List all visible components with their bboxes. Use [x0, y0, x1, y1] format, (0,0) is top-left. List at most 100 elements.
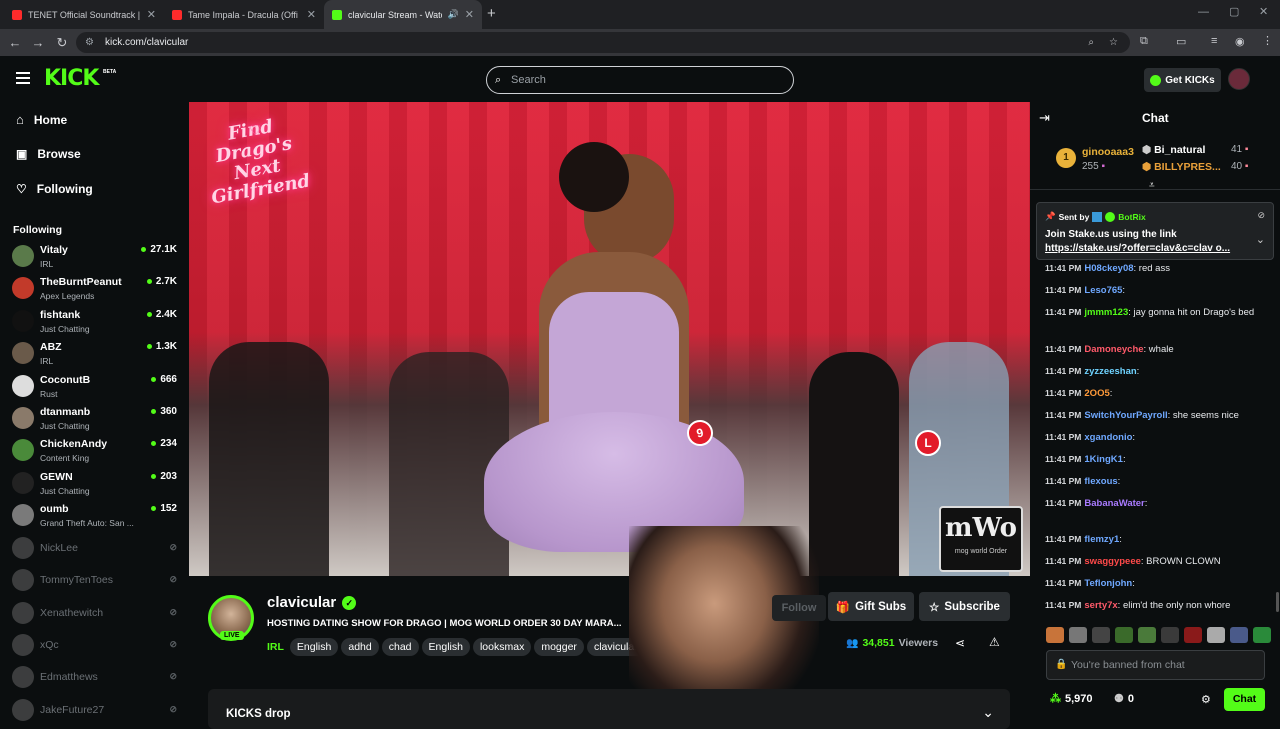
message-username[interactable]: H08ckey08: [1084, 263, 1133, 274]
subscribe-button[interactable]: ☆ Subscribe: [919, 592, 1010, 621]
followed-channel-live[interactable]: TheBurntPeanut Apex Legends 2.7K: [12, 274, 177, 304]
emote-icon[interactable]: [1046, 627, 1064, 643]
followed-channel-offline[interactable]: NickLee ⊘: [12, 534, 177, 564]
followed-channel-live[interactable]: CoconutB Rust 666: [12, 372, 177, 402]
category-link[interactable]: IRL: [267, 641, 284, 653]
emote-icon[interactable]: [1069, 627, 1087, 643]
channel-points[interactable]: ⁂ 5,970: [1050, 692, 1093, 706]
report-icon[interactable]: ⚠: [989, 635, 1000, 649]
message-username[interactable]: 1KingK1: [1084, 454, 1123, 465]
chat-message[interactable]: 11:41 PM serty7x: elim'd the only non who…: [1045, 599, 1275, 612]
new-tab-icon[interactable]: +: [487, 5, 496, 22]
followed-channel-live[interactable]: ChickenAndy Content King 234: [12, 436, 177, 466]
collapse-chat-icon[interactable]: ⇥: [1039, 110, 1050, 126]
chat-message[interactable]: 11:41 PM 1KingK1:: [1045, 453, 1275, 466]
search-input[interactable]: ⌕ Search: [486, 66, 794, 94]
followed-channel-live[interactable]: dtanmanb Just Chatting 360: [12, 404, 177, 434]
browser-tab[interactable]: TENET Official Soundtrack | FU... ✕: [4, 0, 164, 29]
message-username[interactable]: zyzzeeshan: [1084, 366, 1136, 377]
gift-subs-button[interactable]: 🎁 Gift Subs: [828, 592, 914, 621]
share-icon[interactable]: ⋖: [955, 636, 965, 650]
media-controls-icon[interactable]: ≡: [1211, 35, 1217, 47]
chat-message[interactable]: 11:41 PM Teflonjohn:: [1045, 577, 1275, 590]
chat-message[interactable]: 11:41 PM Damoneyche: whale: [1045, 343, 1275, 356]
get-kicks-button[interactable]: Get KICKs: [1144, 68, 1221, 92]
bookmark-star-icon[interactable]: ☆: [1109, 32, 1118, 53]
emote-icon[interactable]: [1138, 627, 1156, 643]
stream-tag[interactable]: chad: [381, 638, 419, 656]
back-icon[interactable]: ←: [3, 29, 27, 56]
kicks-drop-panel[interactable]: KICKS drop ⌄: [208, 689, 1010, 729]
user-avatar[interactable]: [1228, 68, 1250, 90]
chat-settings-gear-icon[interactable]: ⚙: [1201, 693, 1211, 706]
browser-menu-icon[interactable]: ⋮: [1262, 34, 1273, 47]
message-username[interactable]: serty7x: [1084, 600, 1117, 611]
nav-following[interactable]: ♡ Following: [16, 182, 93, 196]
message-username[interactable]: flemzy1: [1084, 534, 1119, 545]
close-tab-icon[interactable]: ✕: [147, 8, 156, 21]
message-username[interactable]: jmmm123: [1084, 307, 1128, 318]
message-username[interactable]: flexous: [1084, 476, 1117, 487]
chat-message[interactable]: 11:41 PM SwitchYourPayroll: she seems nic…: [1045, 409, 1275, 422]
pinned-message[interactable]: 📌 Sent by BotRix ⊘ Join Stake.us using t…: [1036, 202, 1274, 260]
followed-channel-live[interactable]: GEWN Just Chatting 203: [12, 469, 177, 499]
emote-icon[interactable]: [1092, 627, 1110, 643]
followed-channel-offline[interactable]: TommyTenToes ⊘: [12, 566, 177, 596]
emote-icon[interactable]: [1184, 627, 1202, 643]
chevron-down-icon[interactable]: ⌄: [1256, 233, 1265, 246]
kick-logo[interactable]: KICK: [44, 66, 99, 91]
followed-channel-live[interactable]: Vitaly IRL 27.1K: [12, 242, 177, 272]
forward-icon[interactable]: →: [26, 29, 50, 56]
follow-button[interactable]: Follow: [772, 595, 826, 621]
speaker-icon[interactable]: 🔊: [448, 9, 459, 20]
stream-tag[interactable]: English: [289, 638, 339, 656]
chat-message[interactable]: 11:41 PM jmmm123: jay gonna hit on Drago'…: [1045, 306, 1275, 319]
emote-icon[interactable]: [1253, 627, 1271, 643]
chat-message[interactable]: 11:41 PM flemzy1:: [1045, 533, 1275, 546]
chat-message[interactable]: 11:41 PM swaggypeee: BROWN CLOWN: [1045, 555, 1275, 568]
maximize-icon[interactable]: ▢: [1229, 5, 1239, 18]
chat-scrollbar[interactable]: [1276, 592, 1279, 612]
url-field[interactable]: ⚙ kick.com/clavicular ⌕ ☆: [76, 32, 1130, 53]
zoom-icon[interactable]: ⌕: [1088, 32, 1094, 53]
kicks-balance[interactable]: ⚉ 0: [1114, 692, 1134, 706]
stream-tag[interactable]: adhd: [341, 638, 379, 656]
chat-message[interactable]: 11:41 PM flexous:: [1045, 475, 1275, 488]
followed-channel-live[interactable]: ABZ IRL 1.3K: [12, 339, 177, 369]
followed-channel-live[interactable]: fishtank Just Chatting 2.4K: [12, 307, 177, 337]
site-info-icon[interactable]: ⚙: [85, 32, 94, 53]
message-username[interactable]: Damoneyche: [1084, 344, 1143, 355]
chat-message[interactable]: 11:41 PM zyzzeeshan:: [1045, 365, 1275, 378]
followed-channel-offline[interactable]: JakeFuture27 ⊘: [12, 696, 177, 726]
followed-channel-offline[interactable]: Edmatthews ⊘: [12, 663, 177, 693]
chat-message[interactable]: 11:41 PM 2OO5:: [1045, 387, 1275, 400]
message-username[interactable]: SwitchYourPayroll: [1084, 410, 1167, 421]
cast-icon[interactable]: ▭: [1176, 35, 1186, 48]
emote-icon[interactable]: [1161, 627, 1179, 643]
hamburger-menu-icon[interactable]: [16, 72, 30, 84]
browser-tab-active[interactable]: clavicular Stream - Watch L... 🔊 ✕: [324, 0, 482, 29]
message-username[interactable]: xgandonio: [1084, 432, 1132, 443]
followed-channel-offline[interactable]: Xenathewitch ⊘: [12, 599, 177, 629]
message-username[interactable]: BabanaWater: [1084, 498, 1144, 509]
channel-name[interactable]: clavicular: [267, 594, 336, 611]
reload-icon[interactable]: ↻: [50, 29, 74, 56]
chat-message[interactable]: 11:41 PM xgandonio:: [1045, 431, 1275, 444]
stream-tag[interactable]: English: [421, 638, 470, 656]
followed-channel-live[interactable]: oumb Grand Theft Auto: San ... 152: [12, 501, 177, 531]
close-tab-icon[interactable]: ✕: [465, 8, 474, 21]
chat-message[interactable]: 11:41 PM Leso765:: [1045, 284, 1275, 297]
close-window-icon[interactable]: ✕: [1259, 5, 1268, 18]
pinned-link[interactable]: https://stake.us/?offer=clav&c=clav o...: [1045, 243, 1245, 254]
profile-icon[interactable]: ◉: [1235, 35, 1245, 48]
message-username[interactable]: 2OO5: [1084, 388, 1109, 399]
extensions-icon[interactable]: ⧉: [1140, 35, 1148, 48]
emote-icon[interactable]: [1115, 627, 1133, 643]
message-username[interactable]: Leso765: [1084, 285, 1122, 296]
chat-send-button[interactable]: Chat: [1224, 688, 1265, 711]
message-username[interactable]: Teflonjohn: [1084, 578, 1132, 589]
chat-message[interactable]: 11:41 PM BabanaWater:: [1045, 497, 1275, 510]
stream-tag[interactable]: mogger: [534, 638, 584, 656]
chat-message[interactable]: 11:41 PM H08ckey08: red ass: [1045, 262, 1275, 275]
stream-tag[interactable]: looksmax: [472, 638, 532, 656]
